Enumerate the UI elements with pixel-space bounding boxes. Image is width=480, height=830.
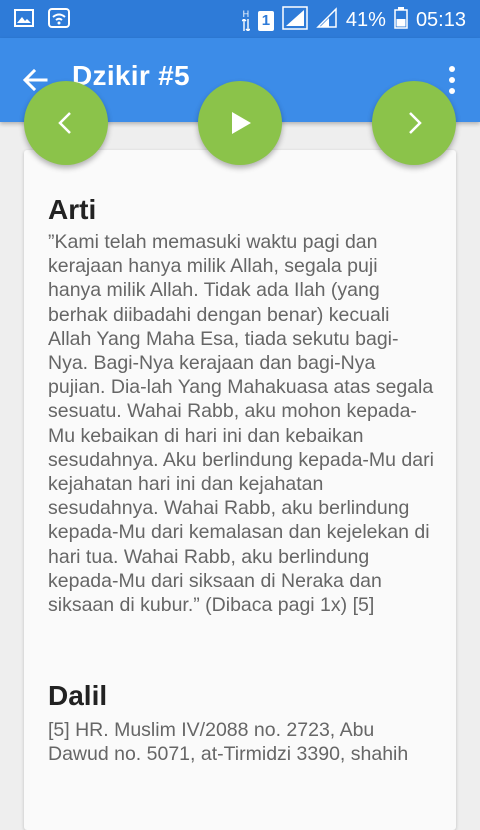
clock: 05:13: [415, 9, 466, 31]
page-title: Dzikir #5: [72, 60, 190, 91]
chevron-left-icon: [58, 112, 71, 134]
dalil-text: [5] HR. Muslim IV/2088 no. 2723, Abu Daw…: [48, 719, 409, 766]
data-arrows-icon: H: [241, 9, 250, 31]
status-bar: H 1 41% 05:13: [0, 0, 480, 38]
play-button[interactable]: [198, 81, 282, 165]
network-type-label: H: [242, 9, 250, 19]
chevron-right-icon: [409, 112, 422, 134]
play-icon: [232, 112, 251, 134]
more-vert-icon: [449, 66, 455, 94]
next-button[interactable]: [372, 81, 456, 165]
signal-icon-2: [316, 7, 338, 34]
dalil-heading: Dalil: [48, 680, 108, 711]
previous-button[interactable]: [24, 81, 108, 165]
image-icon: [14, 9, 34, 32]
signal-icon: [282, 6, 308, 35]
overflow-menu-button[interactable]: [442, 64, 462, 96]
arti-heading: Arti: [48, 194, 97, 225]
content-card: Arti ”Kami telah memasuki waktu pagi dan…: [24, 150, 456, 830]
arti-text: ”Kami telah memasuki waktu pagi dan kera…: [48, 231, 434, 617]
battery-icon: [394, 7, 408, 34]
battery-percent: 41%: [345, 9, 386, 31]
wifi-icon: [48, 8, 70, 33]
sim-slot-badge: 1: [257, 10, 274, 31]
